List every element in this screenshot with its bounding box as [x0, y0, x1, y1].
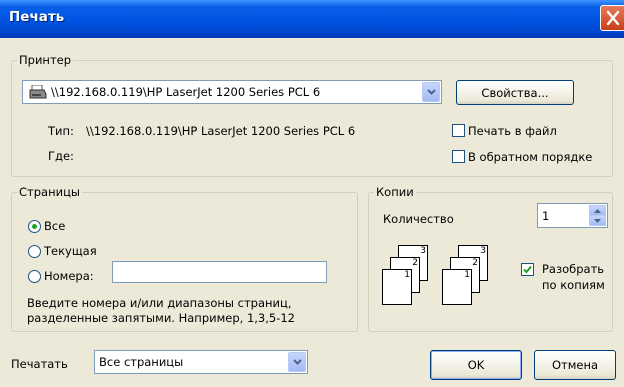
properties-button-label: Свойства... [481, 85, 549, 100]
print-range-select[interactable]: Все страницы [94, 350, 308, 374]
printer-where-label: Где: [48, 149, 74, 163]
printer-type-value: \\192.168.0.119\HP LaserJet 1200 Series … [86, 124, 356, 138]
chevron-down-icon[interactable] [422, 82, 440, 102]
printer-group-label: Принтер [17, 53, 74, 67]
copies-spin-down-button[interactable] [589, 215, 606, 226]
pages-group-label: Страницы [17, 185, 82, 199]
pages-hint-line2: разделенные запятыми. Например, 1,3,5-12 [27, 311, 295, 325]
printer-select-value: \\192.168.0.119\HP LaserJet 1200 Series … [51, 85, 321, 99]
ok-button-label: OK [467, 358, 485, 372]
pages-all-label[interactable]: Все [44, 219, 65, 233]
window-title: Печать [9, 9, 65, 25]
collate-page-1: 1 [442, 269, 472, 305]
pages-current-radio[interactable] [28, 245, 41, 258]
pages-hint-line1: Введите номера и/или диапазоны страниц, [27, 296, 292, 310]
copies-count-input[interactable]: 1 [537, 203, 608, 228]
print-to-file-label[interactable]: Печать в файл [468, 124, 557, 138]
pages-current-label[interactable]: Текущая [44, 244, 97, 258]
printer-type-label: Тип: [48, 124, 74, 138]
chevron-up-icon [594, 208, 601, 213]
cancel-button[interactable]: Отмена [534, 350, 616, 380]
close-button[interactable] [600, 5, 624, 31]
print-to-file-checkbox[interactable] [452, 124, 465, 137]
properties-button[interactable]: Свойства... [456, 80, 574, 105]
print-range-label: Печатать [11, 357, 68, 371]
copies-count-value: 1 [542, 209, 550, 223]
pages-numbers-radio[interactable] [28, 270, 41, 283]
copies-count-label: Количество [383, 212, 454, 226]
close-icon [606, 10, 620, 26]
page-numbers-input[interactable] [112, 261, 327, 283]
ok-button[interactable]: OK [430, 350, 522, 380]
pages-all-radio[interactable] [28, 220, 41, 233]
printer-select[interactable]: \\192.168.0.119\HP LaserJet 1200 Series … [22, 80, 442, 104]
collate-page-1: 1 [382, 269, 412, 305]
chevron-down-icon[interactable] [288, 352, 306, 372]
cancel-button-label: Отмена [551, 358, 599, 372]
chevron-down-icon [594, 218, 601, 223]
printer-icon [29, 84, 47, 102]
copies-group-label: Копии [374, 185, 416, 199]
checkmark-icon [523, 265, 532, 274]
collate-label-line2[interactable]: по копиям [542, 278, 605, 292]
reverse-order-checkbox[interactable] [452, 150, 465, 163]
reverse-order-label[interactable]: В обратном порядке [468, 150, 592, 164]
collate-label-line1[interactable]: Разобрать [542, 262, 604, 276]
collate-checkbox[interactable] [521, 263, 534, 276]
pages-numbers-label[interactable]: Номера: [44, 269, 94, 283]
collate-illustration: 3 2 1 3 2 1 [382, 245, 492, 315]
title-bar[interactable]: Печать [0, 0, 624, 38]
print-range-value: Все страницы [99, 355, 184, 369]
